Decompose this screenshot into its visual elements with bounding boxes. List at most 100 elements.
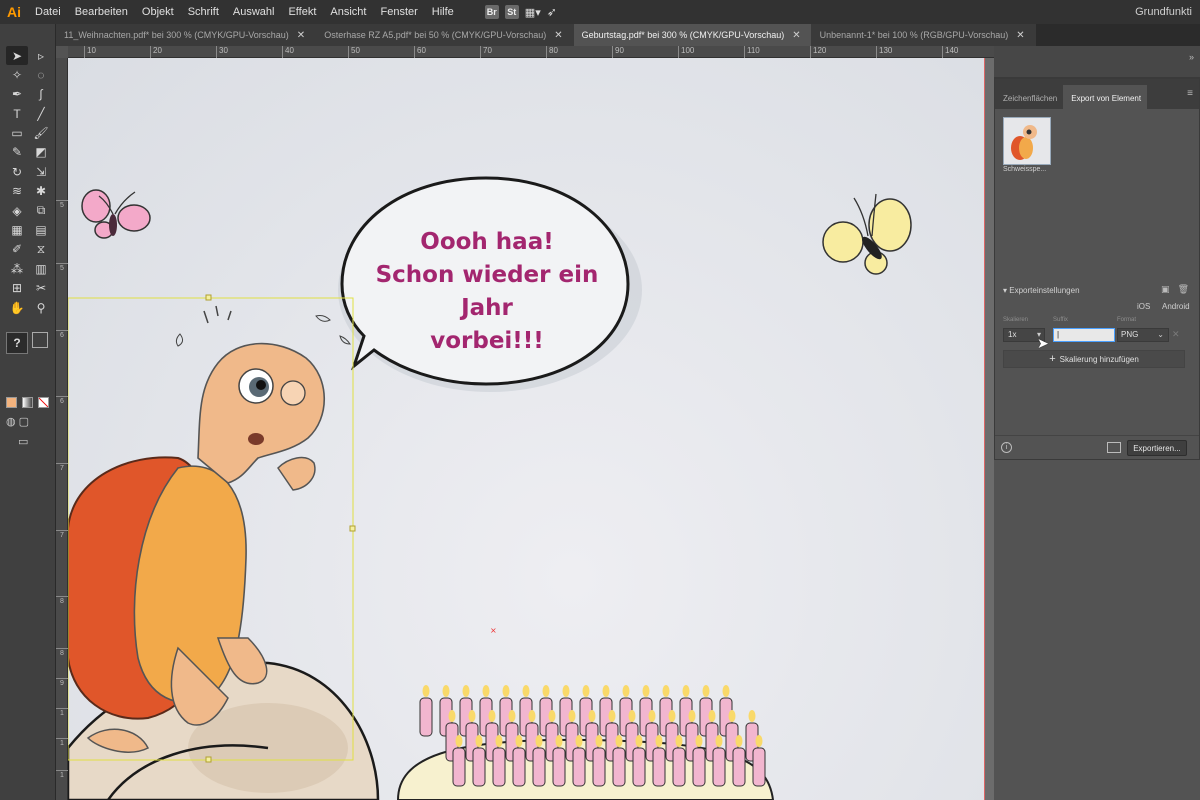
candle-flame [695,735,703,747]
line-tool-icon[interactable]: ╱ [30,104,52,123]
stock-button[interactable]: St [504,5,519,19]
export-button[interactable]: Exportieren... [1127,440,1187,456]
ruler-tick: 110 [744,46,760,58]
panel-menu-icon[interactable]: ≡ [1187,88,1199,109]
rotate-tool-icon[interactable]: ↻ [6,162,28,181]
menu-hilfe[interactable]: Hilfe [425,6,461,18]
draw-mode-icon[interactable]: ◍ ▢ [6,415,29,428]
gradient-swatch-icon[interactable] [22,397,33,408]
candle-flame [668,710,676,722]
trash-icon[interactable]: 🗑 [1178,284,1189,295]
speech-line-2: Schon wieder ein Jahr [375,262,599,321]
close-icon[interactable]: ✕ [554,30,562,41]
menu-schrift[interactable]: Schrift [181,6,226,18]
close-icon[interactable]: ✕ [297,30,305,41]
menu-bar: Ai Datei Bearbeiten Objekt Schrift Auswa… [0,0,1200,24]
candle-flame [508,710,516,722]
pink-butterfly[interactable] [81,189,151,239]
collapse-panels-icon[interactable]: » [1189,52,1194,62]
asset-export-panel: Zeichenflächen Export von Element ≡ Schw… [994,78,1200,460]
blend-tool-icon[interactable]: ⧖ [30,240,52,259]
export-queue-icon[interactable] [1107,442,1121,453]
menu-auswahl[interactable]: Auswahl [226,6,282,18]
export-settings-heading[interactable]: ▾ Exporteinstellungen [1003,286,1080,295]
svg-text:×: × [490,626,497,635]
tab-weihnachten[interactable]: 11_Weihnachten.pdf* bei 300 % (CMYK/GPU-… [56,24,317,46]
lasso-tool-icon[interactable]: ◌ [30,65,52,84]
free-transform-tool-icon[interactable]: ⧉ [30,201,52,220]
puppet-warp-tool-icon[interactable]: ✱ [30,182,52,201]
android-preset-button[interactable]: Android [1162,302,1190,311]
save-preset-icon[interactable]: ▣ [1161,284,1170,295]
candle-flame [608,710,616,722]
gradient-tool-icon[interactable]: ▤ [30,221,52,240]
add-scale-button[interactable]: + Skalierung hinzufügen [1003,350,1185,368]
candle-flame [675,735,683,747]
eyedropper-tool-icon[interactable]: ✐ [6,240,28,259]
speech-line-1: Oooh haa! [420,229,554,255]
remove-row-icon[interactable]: ✕ [1172,329,1180,340]
color-swatch-icon[interactable] [6,397,17,408]
tab-zeichenflaechen[interactable]: Zeichenflächen [995,85,1063,109]
help-icon[interactable]: ? [6,332,28,354]
shape-builder-tool-icon[interactable]: ◈ [6,201,28,220]
screen-mode-icon[interactable]: ▭ [18,435,28,448]
type-tool-icon[interactable]: T [6,104,28,123]
curvature-tool-icon[interactable]: ∫ [30,85,52,104]
direct-selection-tool-icon[interactable]: ▹ [30,46,52,65]
scale-tool-icon[interactable]: ⇲ [30,162,52,181]
send-icon[interactable]: ➶ [547,5,557,19]
menu-ansicht[interactable]: Ansicht [323,6,373,18]
candle-flame [468,710,476,722]
none-swatch-icon[interactable] [38,397,49,408]
selection-tool-icon[interactable]: ➤ [6,46,28,65]
suffix-input[interactable]: | [1053,328,1115,342]
menu-effekt[interactable]: Effekt [281,6,323,18]
artboard-canvas[interactable]: × Oooh haa! Schon wieder ein Jahr vorbei… [68,58,984,800]
candle-flame [748,710,756,722]
symbol-sprayer-tool-icon[interactable]: ⁂ [6,259,28,278]
close-icon[interactable]: ✕ [1016,30,1024,41]
vertical-ruler[interactable]: 5 5 6 6 7 7 8 8 9 1 1 1 [56,58,68,800]
workspace-switcher[interactable]: Grundfunkti [1135,6,1192,18]
close-icon[interactable]: ✕ [792,30,800,41]
zoom-tool-icon[interactable]: ⚲ [30,298,52,317]
candle [692,747,706,787]
speech-bubble-text[interactable]: Oooh haa! Schon wieder ein Jahr vorbei!!… [373,226,601,358]
bridge-button[interactable]: Br [484,5,499,19]
shaper-tool-icon[interactable]: ✎ [6,143,28,162]
candle-flame [595,735,603,747]
ios-preset-button[interactable]: iOS [1137,302,1150,311]
arrange-documents-icon[interactable]: ▦▾ [525,6,541,19]
tab-geburtstag[interactable]: Geburtstag.pdf* bei 300 % (CMYK/GPU-Vors… [573,24,812,46]
tab-label: Osterhase RZ A5.pdf* bei 50 % (CMYK/GPU-… [324,30,547,40]
perspective-grid-tool-icon[interactable]: ▦ [6,221,28,240]
format-dropdown[interactable]: PNG ⌄ [1117,328,1169,342]
tab-export-von-element[interactable]: Export von Element [1063,85,1148,109]
warp-tool-icon[interactable]: ≋ [6,182,28,201]
candle [532,747,546,787]
hand-tool-icon[interactable]: ✋ [6,298,28,317]
menu-datei[interactable]: Datei [28,6,68,18]
candle-flame [475,735,483,747]
candle-flame [648,710,656,722]
fill-stroke-icon[interactable] [32,332,48,348]
candle-flame [442,685,450,697]
magic-wand-tool-icon[interactable]: ✧ [6,65,28,84]
yellow-butterfly[interactable] [822,193,912,275]
menu-objekt[interactable]: Objekt [135,6,181,18]
tab-osterhase[interactable]: Osterhase RZ A5.pdf* bei 50 % (CMYK/GPU-… [316,24,574,46]
paintbrush-tool-icon[interactable]: 🖌 [30,124,52,143]
info-icon[interactable]: i [1001,442,1012,453]
tab-unbenannt[interactable]: Unbenannt-1* bei 100 % (RGB/GPU-Vorschau… [811,24,1036,46]
eraser-tool-icon[interactable]: ◩ [30,143,52,162]
artboard-tool-icon[interactable]: ⊞ [6,279,28,298]
pasteboard-edge [984,58,994,800]
column-graph-tool-icon[interactable]: ▥ [30,259,52,278]
pen-tool-icon[interactable]: ✒ [6,85,28,104]
rectangle-tool-icon[interactable]: ▭ [6,124,28,143]
slice-tool-icon[interactable]: ✂ [30,279,52,298]
asset-thumbnail[interactable] [1003,117,1051,165]
menu-bearbeiten[interactable]: Bearbeiten [68,6,135,18]
menu-fenster[interactable]: Fenster [373,6,424,18]
